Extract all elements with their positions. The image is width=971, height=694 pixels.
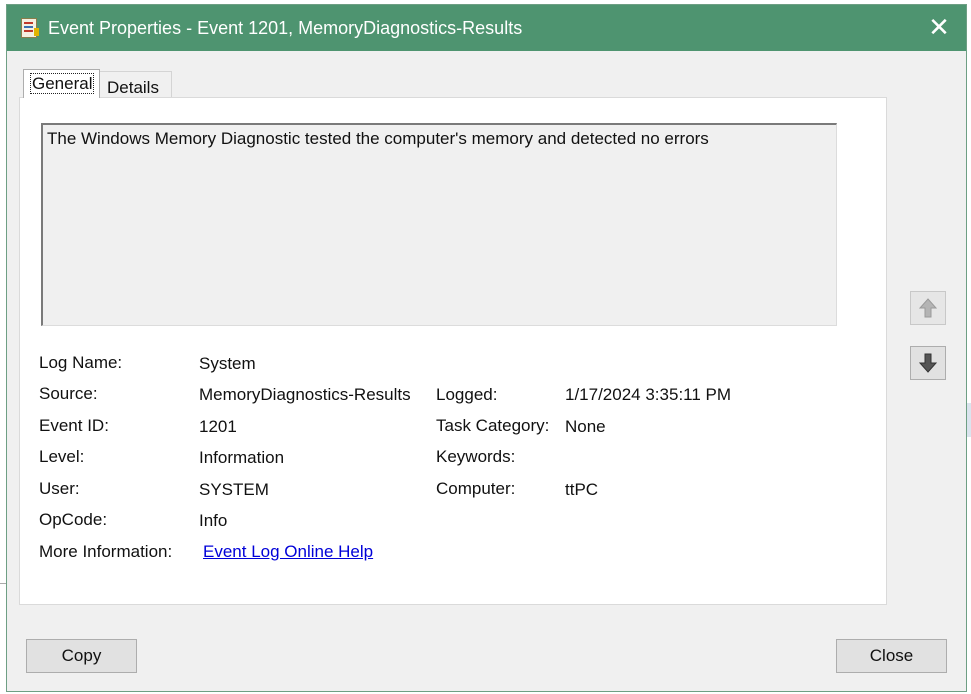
value-opcode: Info: [199, 511, 228, 530]
event-log-online-help-link[interactable]: Event Log Online Help: [203, 542, 373, 562]
label-keywords: Keywords:: [436, 447, 516, 466]
event-description[interactable]: The Windows Memory Diagnostic tested the…: [41, 123, 837, 326]
label-source: Source:: [39, 384, 98, 403]
close-button[interactable]: Close: [836, 639, 947, 673]
event-viewer-icon: [21, 18, 39, 38]
previous-event-button[interactable]: [910, 291, 946, 325]
value-log-name: System: [199, 354, 256, 373]
event-properties-dialog: Event Properties - Event 1201, MemoryDia…: [6, 4, 967, 692]
label-logged: Logged:: [436, 385, 498, 404]
arrow-up-icon: [919, 298, 937, 318]
label-event-id: Event ID:: [39, 416, 109, 435]
label-task-category: Task Category:: [436, 416, 550, 435]
tab-details[interactable]: Details: [100, 71, 172, 98]
value-level: Information: [199, 448, 285, 467]
next-event-button[interactable]: [910, 346, 946, 380]
value-source: MemoryDiagnostics-Results: [199, 385, 411, 404]
general-panel: The Windows Memory Diagnostic tested the…: [19, 97, 887, 605]
title-bar[interactable]: Event Properties - Event 1201, MemoryDia…: [7, 5, 966, 51]
label-more-information: More Information:: [39, 542, 173, 561]
tab-general-label: General: [29, 73, 95, 94]
arrow-down-icon: [919, 353, 937, 373]
value-logged: 1/17/2024 3:35:11 PM: [565, 385, 732, 404]
value-user: SYSTEM: [199, 480, 269, 499]
value-event-id: 1201: [199, 417, 237, 436]
label-user: User:: [39, 479, 80, 498]
copy-button[interactable]: Copy: [26, 639, 137, 673]
tab-details-label: Details: [107, 78, 159, 97]
close-button-label: Close: [869, 646, 914, 665]
window-title: Event Properties - Event 1201, MemoryDia…: [48, 18, 523, 38]
copy-button-label: Copy: [61, 646, 102, 665]
label-level: Level:: [39, 447, 85, 466]
value-computer: ttPC: [565, 480, 599, 499]
close-icon[interactable]: ✕: [926, 14, 952, 42]
label-computer: Computer:: [436, 479, 516, 498]
value-task-category: None: [565, 417, 606, 436]
tab-general[interactable]: General: [23, 69, 100, 98]
label-opcode: OpCode:: [39, 510, 108, 529]
label-log-name: Log Name:: [39, 353, 123, 372]
